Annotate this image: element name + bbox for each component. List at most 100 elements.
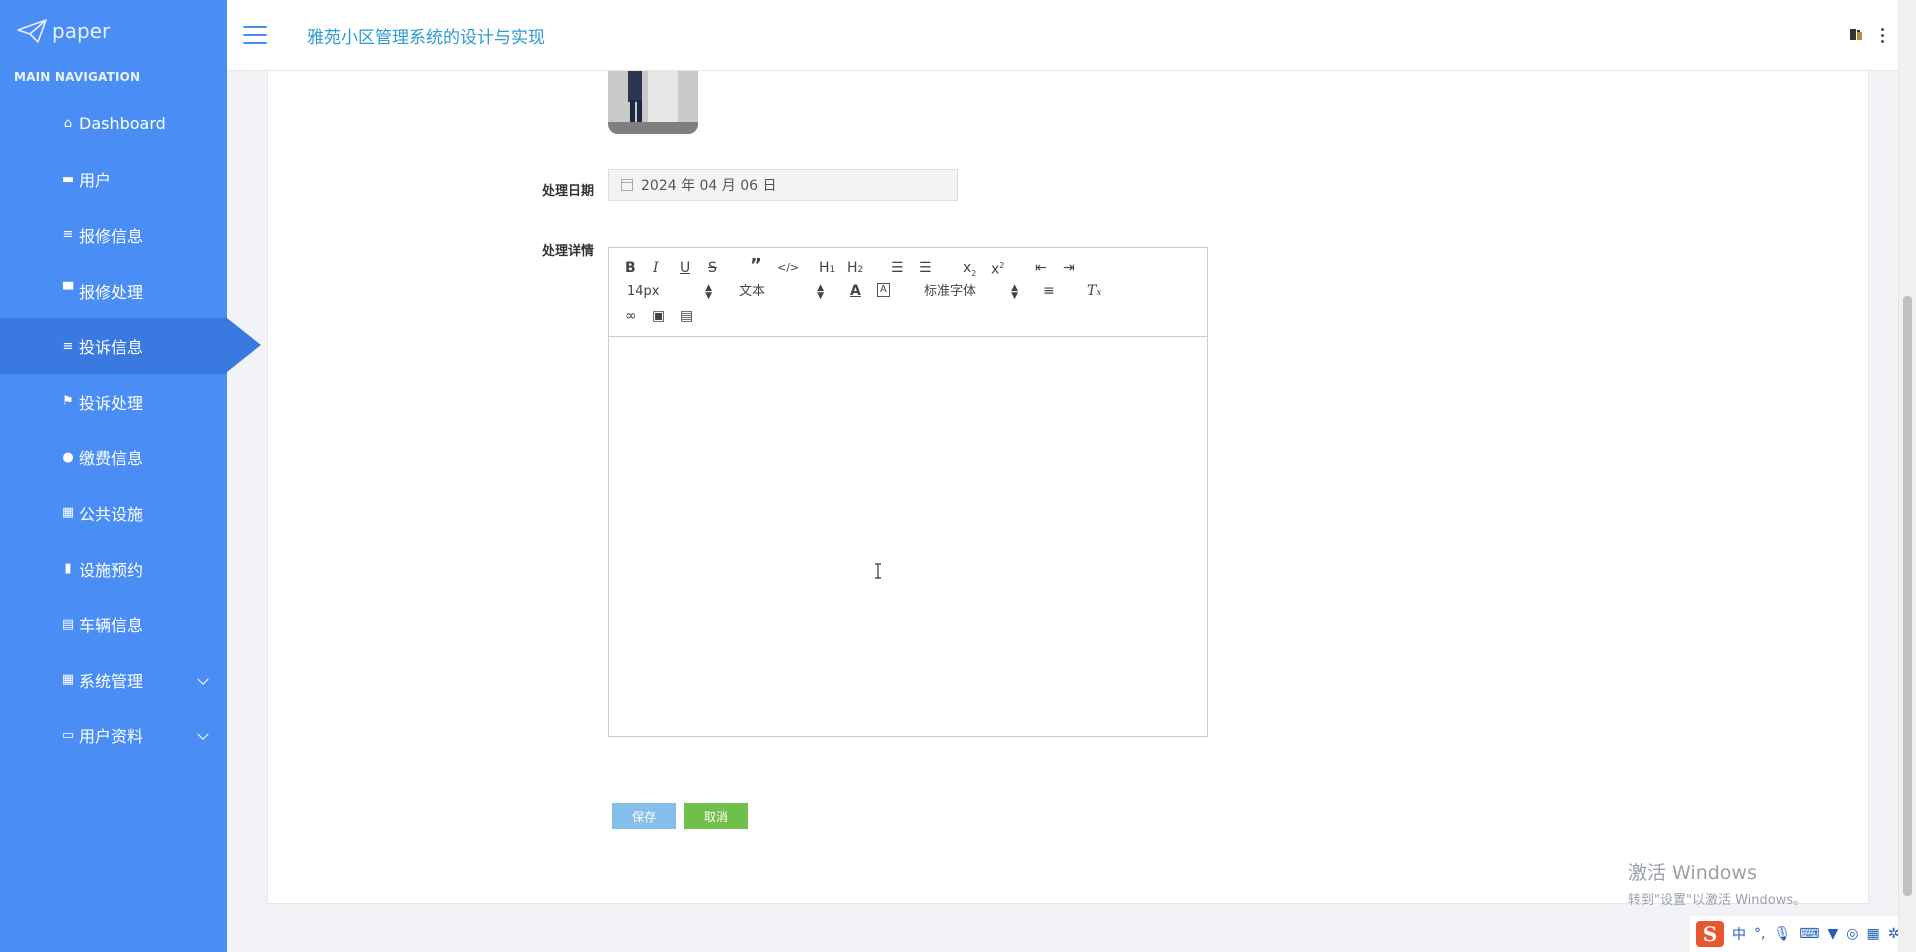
- sidebar-item-repair-handling[interactable]: ▀ 报修处理: [0, 263, 227, 319]
- book-icon: ▮: [64, 561, 72, 577]
- font-family-value: 标准字体: [924, 284, 977, 299]
- chevron-down-icon: [197, 728, 209, 741]
- date-label: 处理日期: [542, 184, 595, 199]
- font-family-select[interactable]: 标准字体 ▲ ▼: [924, 283, 1018, 301]
- indent-icon[interactable]: ⇥: [1063, 260, 1075, 276]
- link-icon[interactable]: ∞: [625, 308, 637, 324]
- chevron-down-icon: [197, 673, 209, 685]
- windows-activation-watermark: 激活 Windows 转到"设置"以激活 Windows。: [1628, 858, 1806, 908]
- brand-logo[interactable]: paper: [0, 0, 227, 62]
- outdent-icon[interactable]: ⇤: [1035, 260, 1047, 276]
- date-value: 2024 年 04 月 06 日: [641, 178, 777, 194]
- sidebar-item-vehicle-info[interactable]: ▤ 车辆信息: [0, 596, 227, 652]
- sidebar-item-complaint-info[interactable]: ≡ 投诉信息: [0, 318, 261, 374]
- cancel-button[interactable]: 取消: [684, 803, 748, 829]
- calendar-icon: [621, 179, 633, 191]
- clean-format-icon[interactable]: Tx: [1087, 283, 1101, 301]
- select-arrows-icon: ▲ ▼: [705, 283, 712, 301]
- sidebar-item-label: 报修处理: [79, 282, 144, 302]
- editor-toolbar: B I U S ” </> H1 H2 ☰ ☰ x2 x2 ⇤ ⇥ 14px ▲…: [609, 248, 1207, 337]
- font-size-select[interactable]: 14px ▲ ▼: [627, 283, 712, 301]
- sidebar-item-label: 车辆信息: [79, 616, 144, 636]
- page-title: 雅苑小区管理系统的设计与实现: [307, 27, 545, 48]
- editor-content-area[interactable]: [609, 337, 1207, 736]
- subscript-icon[interactable]: x2: [963, 260, 976, 282]
- sidebar-item-facility-booking[interactable]: ▮ 设施预约: [0, 541, 227, 597]
- text-cursor-icon: [875, 563, 881, 579]
- grid-icon: ▦: [61, 505, 75, 521]
- menu-toggle-icon[interactable]: [243, 26, 267, 44]
- sidebar-item-label: 系统管理: [79, 671, 144, 691]
- sidebar-item-users[interactable]: ▬ 用户: [0, 152, 227, 208]
- underline-icon[interactable]: U: [680, 260, 690, 276]
- sidebar-item-repair-info[interactable]: ≡ 报修信息: [0, 207, 227, 263]
- ime-punctuation-toggle[interactable]: °,: [1754, 926, 1765, 942]
- sidebar-item-public-facilities[interactable]: ▦ 公共设施: [0, 485, 227, 541]
- align-icon[interactable]: ≡: [1043, 283, 1055, 299]
- clipboard-icon: ▤: [61, 616, 75, 632]
- font-size-value: 14px: [627, 284, 660, 299]
- complaint-photo: [608, 62, 698, 134]
- sidebar-item-label: 用户: [79, 171, 112, 191]
- save-button[interactable]: 保存: [612, 803, 676, 829]
- grid-icon: ▦: [61, 672, 75, 688]
- detail-label: 处理详情: [542, 244, 595, 259]
- sidebar-item-label: 缴费信息: [79, 449, 144, 469]
- top-right-actions: [1847, 26, 1884, 44]
- paper-plane-icon: [17, 19, 47, 43]
- select-arrows-icon: ▲ ▼: [1011, 283, 1018, 301]
- font-color-icon[interactable]: A: [850, 283, 861, 299]
- watermark-title: 激活 Windows: [1628, 862, 1757, 884]
- blockquote-icon[interactable]: ”: [750, 257, 762, 275]
- sidebar-item-label: 投诉信息: [79, 338, 144, 358]
- rich-text-editor: B I U S ” </> H1 H2 ☰ ☰ x2 x2 ⇤ ⇥ 14px ▲…: [608, 247, 1208, 737]
- gamepad-icon[interactable]: ◎: [1846, 926, 1858, 942]
- code-icon[interactable]: </>: [777, 260, 799, 276]
- sidebar-item-complaint-handling[interactable]: ⚑ 投诉处理: [0, 374, 227, 430]
- watermark-subtitle: 转到"设置"以激活 Windows。: [1628, 893, 1807, 908]
- video-icon[interactable]: ▤: [680, 308, 693, 324]
- more-options-icon[interactable]: [1881, 27, 1884, 43]
- top-bar: 雅苑小区管理系统的设计与实现: [227, 0, 1898, 71]
- ime-mode-toggle[interactable]: 中: [1732, 924, 1746, 944]
- user-icon: ●: [62, 449, 74, 465]
- image-icon[interactable]: ▣: [652, 308, 665, 324]
- skin-icon[interactable]: ▼: [1827, 926, 1838, 942]
- header-select-value: 文本: [739, 284, 766, 299]
- scrollbar-thumb[interactable]: [1903, 296, 1912, 896]
- microphone-icon[interactable]: 🎙: [1773, 926, 1791, 942]
- bold-icon[interactable]: B: [625, 260, 636, 276]
- photo-image: [608, 62, 698, 134]
- superscript-icon[interactable]: x2: [991, 258, 1004, 278]
- sidebar-item-label: 报修信息: [79, 226, 144, 246]
- sidebar-item-user-profile[interactable]: ▭ 用户资料: [0, 708, 227, 764]
- ticket-icon: ▬: [61, 171, 75, 187]
- sidebar-item-label: 设施预约: [79, 560, 144, 580]
- strike-icon[interactable]: S: [708, 260, 717, 276]
- sidebar-item-system-management[interactable]: ▦ 系统管理: [0, 652, 227, 708]
- sidebar-item-label: 用户资料: [79, 727, 144, 747]
- date-field[interactable]: 2024 年 04 月 06 日: [608, 169, 958, 201]
- user-avatar-icon[interactable]: [1847, 26, 1865, 44]
- toolbox-icon[interactable]: ▦: [1866, 926, 1879, 942]
- sidebar-item-payment-info[interactable]: ● 缴费信息: [0, 430, 227, 486]
- sidebar-item-label: 公共设施: [79, 504, 144, 524]
- bullet-list-icon[interactable]: ☰: [919, 260, 932, 276]
- monitor-icon: ▀: [63, 283, 73, 299]
- list-icon: ≡: [62, 338, 74, 354]
- sidebar-item-label: Dashboard: [79, 114, 166, 134]
- ordered-list-icon[interactable]: ☰: [891, 260, 904, 276]
- sidebar: paper MAIN NAVIGATION ⌂ Dashboard ▬ 用户 ≡…: [0, 0, 261, 952]
- list-icon: ≡: [62, 227, 74, 243]
- header-select[interactable]: 文本 ▲ ▼: [739, 284, 824, 301]
- italic-icon[interactable]: I: [653, 260, 659, 276]
- h1-icon[interactable]: H1: [819, 260, 835, 278]
- vertical-scrollbar[interactable]: [1898, 0, 1916, 952]
- nav-header: MAIN NAVIGATION: [14, 70, 141, 84]
- sidebar-item-dashboard[interactable]: ⌂ Dashboard: [0, 96, 227, 152]
- keyboard-icon[interactable]: ⌨: [1799, 926, 1819, 942]
- ime-toolbar: S 中 °, 🎙 ⌨ ▼ ◎ ▦ ✲: [1690, 916, 1906, 952]
- background-color-icon[interactable]: A: [877, 283, 890, 297]
- h2-icon[interactable]: H2: [847, 260, 863, 278]
- sogou-logo-icon[interactable]: S: [1696, 921, 1724, 947]
